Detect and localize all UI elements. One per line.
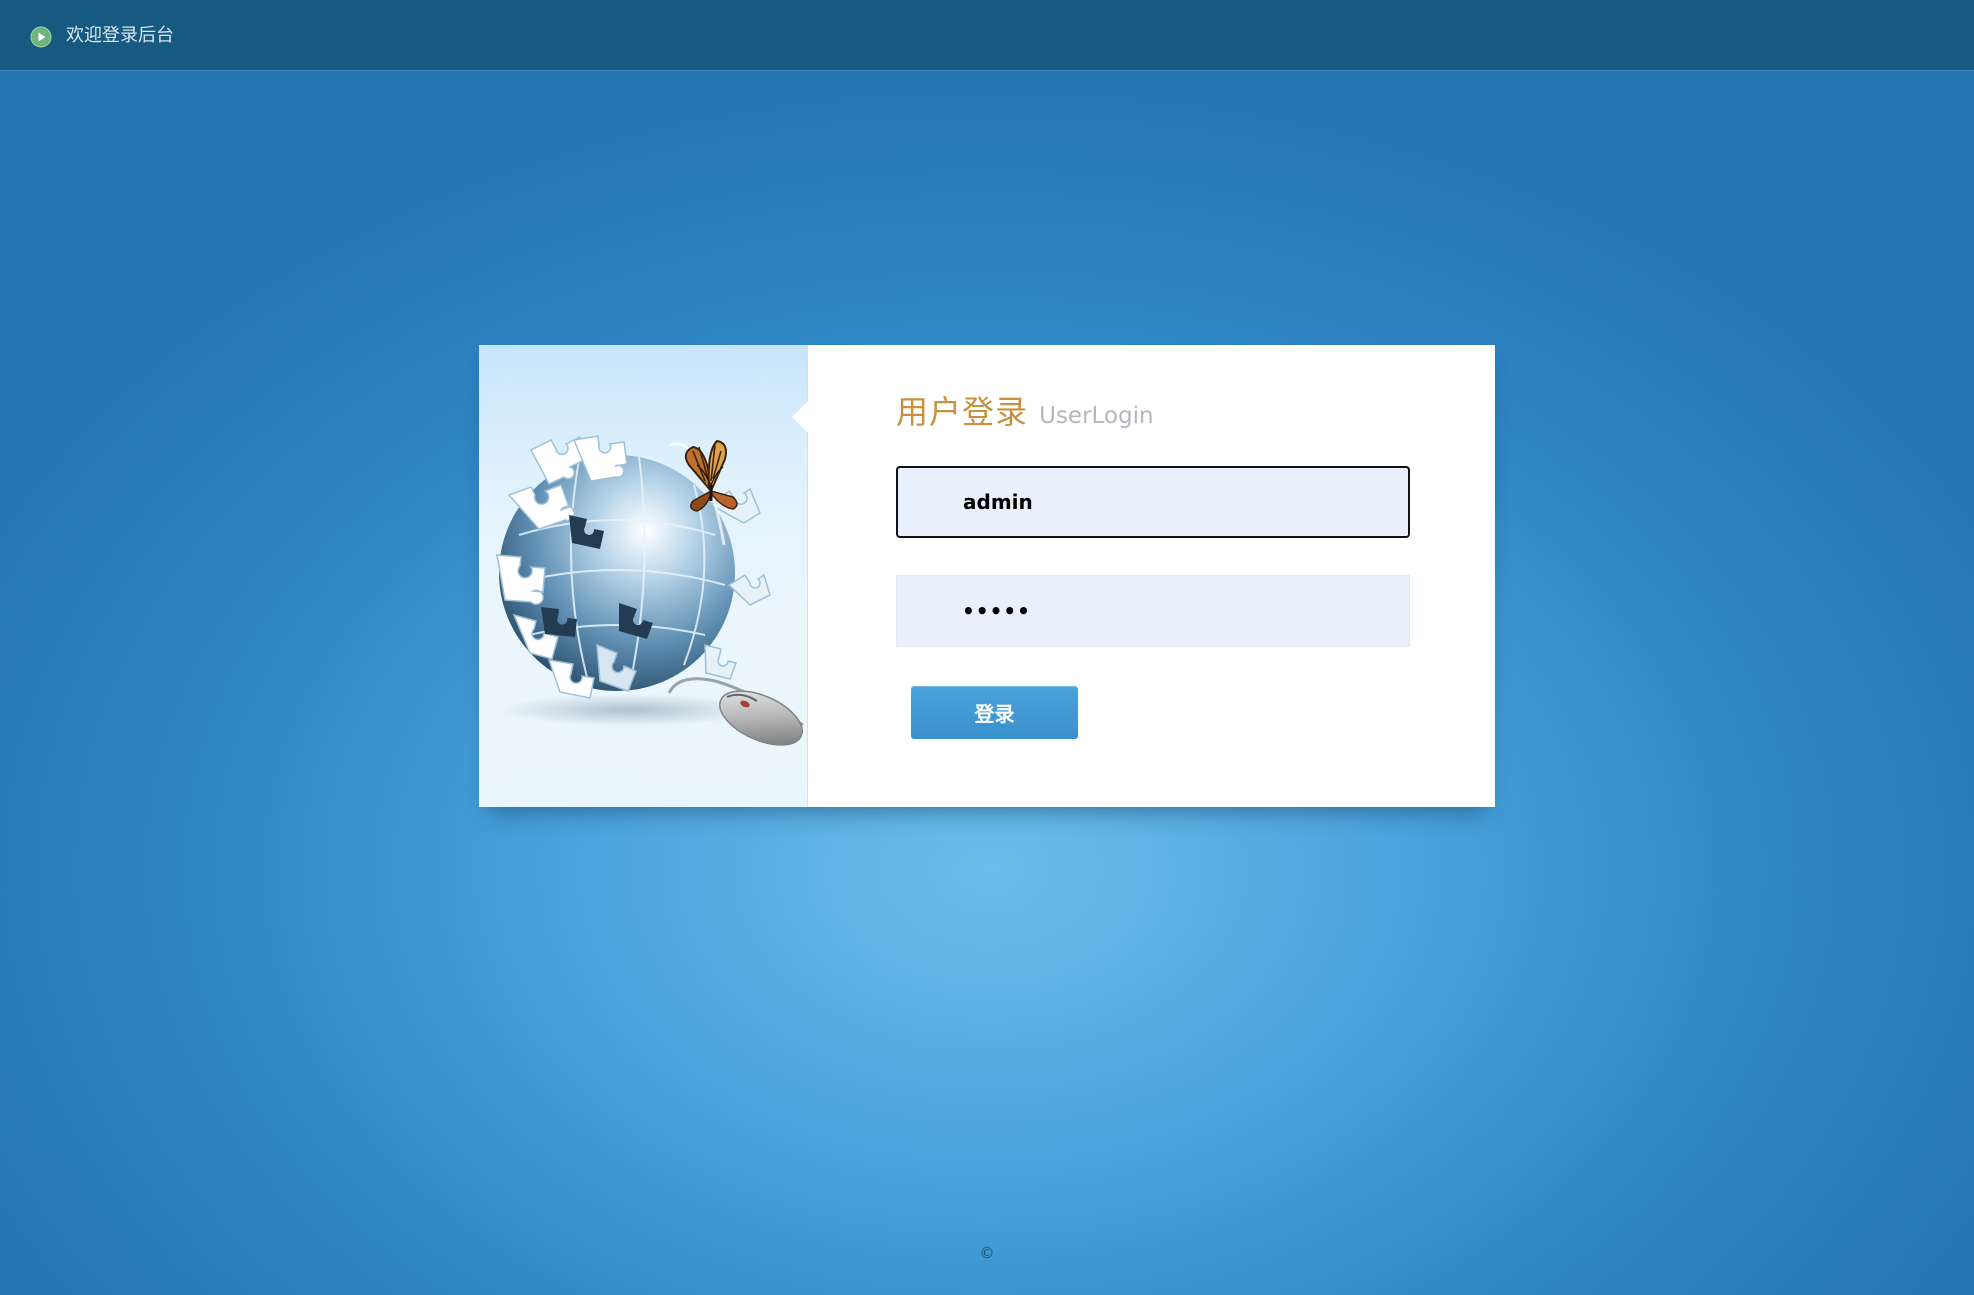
footer-copyright: ©	[979, 1244, 995, 1262]
login-title: 用户登录 UserLogin	[896, 387, 1154, 433]
butterfly-icon	[684, 439, 738, 512]
login-illustration	[479, 345, 808, 807]
login-title-cn: 用户登录	[896, 393, 1029, 431]
login-card: 用户登录 UserLogin 登录	[479, 345, 1495, 807]
login-title-en: UserLogin	[1039, 403, 1154, 429]
panel-notch	[792, 401, 808, 433]
username-input[interactable]	[896, 466, 1410, 538]
password-input[interactable]	[896, 575, 1410, 647]
login-button[interactable]: 登录	[911, 686, 1078, 739]
puzzle-globe-icon	[496, 435, 771, 699]
page-header-title: 欢迎登录后台	[66, 25, 174, 46]
top-header-bar: 欢迎登录后台	[0, 0, 1974, 70]
play-circle-icon	[30, 26, 52, 48]
